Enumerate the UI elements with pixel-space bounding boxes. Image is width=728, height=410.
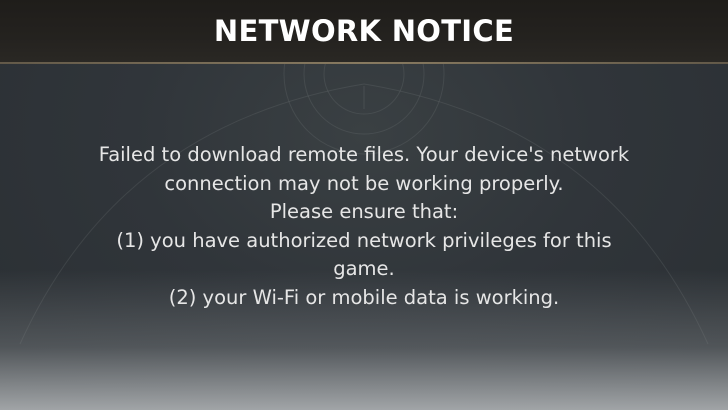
message-line: game.: [333, 257, 395, 280]
message-line: (2) your Wi-Fi or mobile data is working…: [168, 285, 560, 309]
network-notice-dialog: NETWORK NOTICE Failed to download remote…: [0, 0, 728, 410]
dialog-header: NETWORK NOTICE: [0, 0, 728, 63]
message-line: connection may not be working properly.: [164, 171, 564, 195]
message-line: (1) you have authorized network privileg…: [116, 228, 612, 252]
dialog-title: NETWORK NOTICE: [213, 13, 515, 48]
notice-message: Failed to download remote files. Your de…: [30, 141, 698, 312]
message-line: Failed to download remote files. Your de…: [98, 143, 630, 166]
message-line: Please ensure that:: [269, 200, 459, 223]
